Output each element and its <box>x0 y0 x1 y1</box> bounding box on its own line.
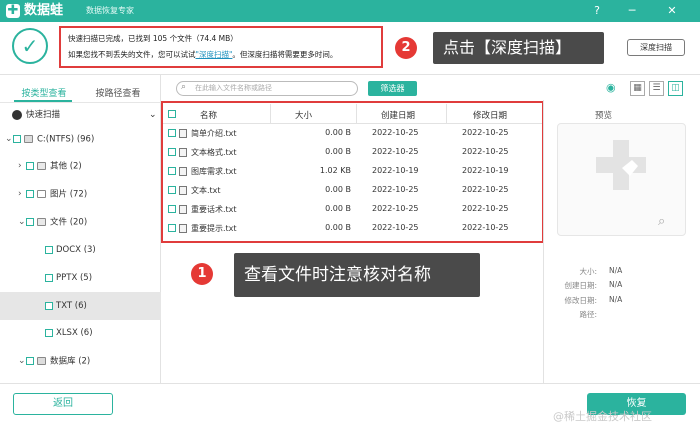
checkbox[interactable] <box>45 328 53 337</box>
tree-item-xlsx[interactable]: XLSX (6) <box>0 320 161 346</box>
checkbox[interactable] <box>45 301 53 310</box>
tab-divider <box>0 102 161 103</box>
deep-scan-button[interactable]: 深度扫描 <box>627 39 685 56</box>
checkbox[interactable] <box>13 135 21 143</box>
chevron-down-icon[interactable]: ⌄ <box>18 348 26 374</box>
annotation-callout-2: 点击【深度扫描】 <box>433 32 604 64</box>
tree-label: XLSX (6) <box>56 328 93 338</box>
chevron-right-icon[interactable]: › <box>18 153 26 179</box>
checkbox[interactable] <box>26 162 34 170</box>
help-icon[interactable]: ? <box>589 3 605 19</box>
divider <box>0 383 700 384</box>
tree-label: 图片 (72) <box>50 189 88 200</box>
tree-item-c-drive[interactable]: ⌄ C:(NTFS) (96) <box>0 126 161 152</box>
info-label: 大小: <box>579 267 597 276</box>
info-value: N/A <box>609 280 623 289</box>
eye-icon[interactable]: ◉ <box>606 81 616 94</box>
tree-item-txt[interactable]: TXT (6) <box>0 292 161 320</box>
annotation-box-table <box>161 101 544 243</box>
back-button[interactable]: 返回 <box>13 393 113 415</box>
info-label: 修改日期: <box>564 296 597 305</box>
magnifier-icon[interactable]: ⌕ <box>658 214 665 229</box>
tree-label: 数据库 (2) <box>50 356 91 367</box>
hint-prefix: 如果您找不到丢失的文件，您可以试试 <box>68 50 196 59</box>
chevron-right-icon[interactable]: › <box>18 181 26 207</box>
tree-label: DOCX (3) <box>56 245 96 255</box>
list-view-icon[interactable]: ☰ <box>649 81 664 96</box>
tab-by-type[interactable]: 按类型查看 <box>14 86 74 99</box>
app-title: 数据蛙 <box>24 3 64 18</box>
tree-item-docx[interactable]: DOCX (3) <box>0 237 161 263</box>
folder-icon <box>37 162 46 170</box>
search-input[interactable]: 在此输入文件名称或路径 <box>176 81 358 96</box>
annotation-badge-2: 2 <box>395 37 417 59</box>
annotation-badge-1: 1 <box>191 263 213 285</box>
info-value: N/A <box>609 295 623 304</box>
annotation-callout-1: 查看文件时注意核对名称 <box>234 253 480 297</box>
checkbox[interactable] <box>45 273 53 282</box>
grid-view-icon[interactable]: ▦ <box>630 81 645 96</box>
chevron-down-icon[interactable]: ⌄ <box>18 209 26 235</box>
tab-by-path[interactable]: 按路径查看 <box>88 86 148 99</box>
checkbox[interactable] <box>26 357 34 365</box>
tree-label: PPTX (5) <box>56 273 93 283</box>
checkbox[interactable] <box>45 245 53 254</box>
info-value: N/A <box>609 266 623 275</box>
tree-item-images[interactable]: › 图片 (72) <box>0 181 161 207</box>
hint-suffix: 。但深度扫描将需要更多时间。 <box>232 50 338 59</box>
divider <box>543 100 544 383</box>
image-icon <box>37 190 46 198</box>
checkbox[interactable] <box>26 218 34 226</box>
preview-title: 预览 <box>595 111 613 121</box>
close-icon[interactable]: ✕ <box>664 3 680 19</box>
tree-item-documents[interactable]: ⌄ 文件 (20) <box>0 209 161 235</box>
info-label: 创建日期: <box>564 281 597 290</box>
tree-label: C:(NTFS) (96) <box>37 134 95 145</box>
scan-result-text: 快速扫描已完成，已找到 105 个文件（74.4 MB） <box>68 34 238 43</box>
check-circle-icon: ✓ <box>12 28 48 64</box>
tree-label: 文件 (20) <box>50 217 88 228</box>
drive-icon <box>24 135 33 143</box>
app-subtitle: 数据恢复专家 <box>86 6 134 15</box>
deep-scan-link[interactable]: "深度扫描" <box>196 50 233 59</box>
tree-item-other[interactable]: › 其他 (2) <box>0 153 161 179</box>
scan-hint-text: 如果您找不到丢失的文件，您可以试试"深度扫描"。但深度扫描将需要更多时间。 <box>68 49 337 60</box>
chevron-down-icon[interactable]: ⌄ <box>5 126 13 152</box>
watermark: @稀土掘金技术社区 <box>553 410 652 423</box>
tree-label: TXT (6) <box>56 301 87 311</box>
filter-button[interactable]: 筛选器 <box>368 81 417 96</box>
database-icon <box>37 357 46 365</box>
tree-item-pptx[interactable]: PPTX (5) <box>0 265 161 291</box>
check-dot-icon <box>12 109 22 120</box>
tree-item-database[interactable]: ⌄ 数据库 (2) <box>0 348 161 374</box>
logo-icon: ✚ <box>6 3 20 18</box>
chevron-down-icon[interactable]: ⌄ <box>149 104 157 126</box>
tree-label: 其他 (2) <box>50 161 82 172</box>
info-label: 路径: <box>579 310 597 319</box>
quick-scan-label: 快速扫描 <box>26 110 61 120</box>
checkbox[interactable] <box>26 190 34 198</box>
minimize-icon[interactable]: ─ <box>624 3 640 19</box>
logo-icon <box>596 140 646 190</box>
folder-icon <box>37 218 46 226</box>
detail-view-icon[interactable]: ◫ <box>668 81 683 96</box>
